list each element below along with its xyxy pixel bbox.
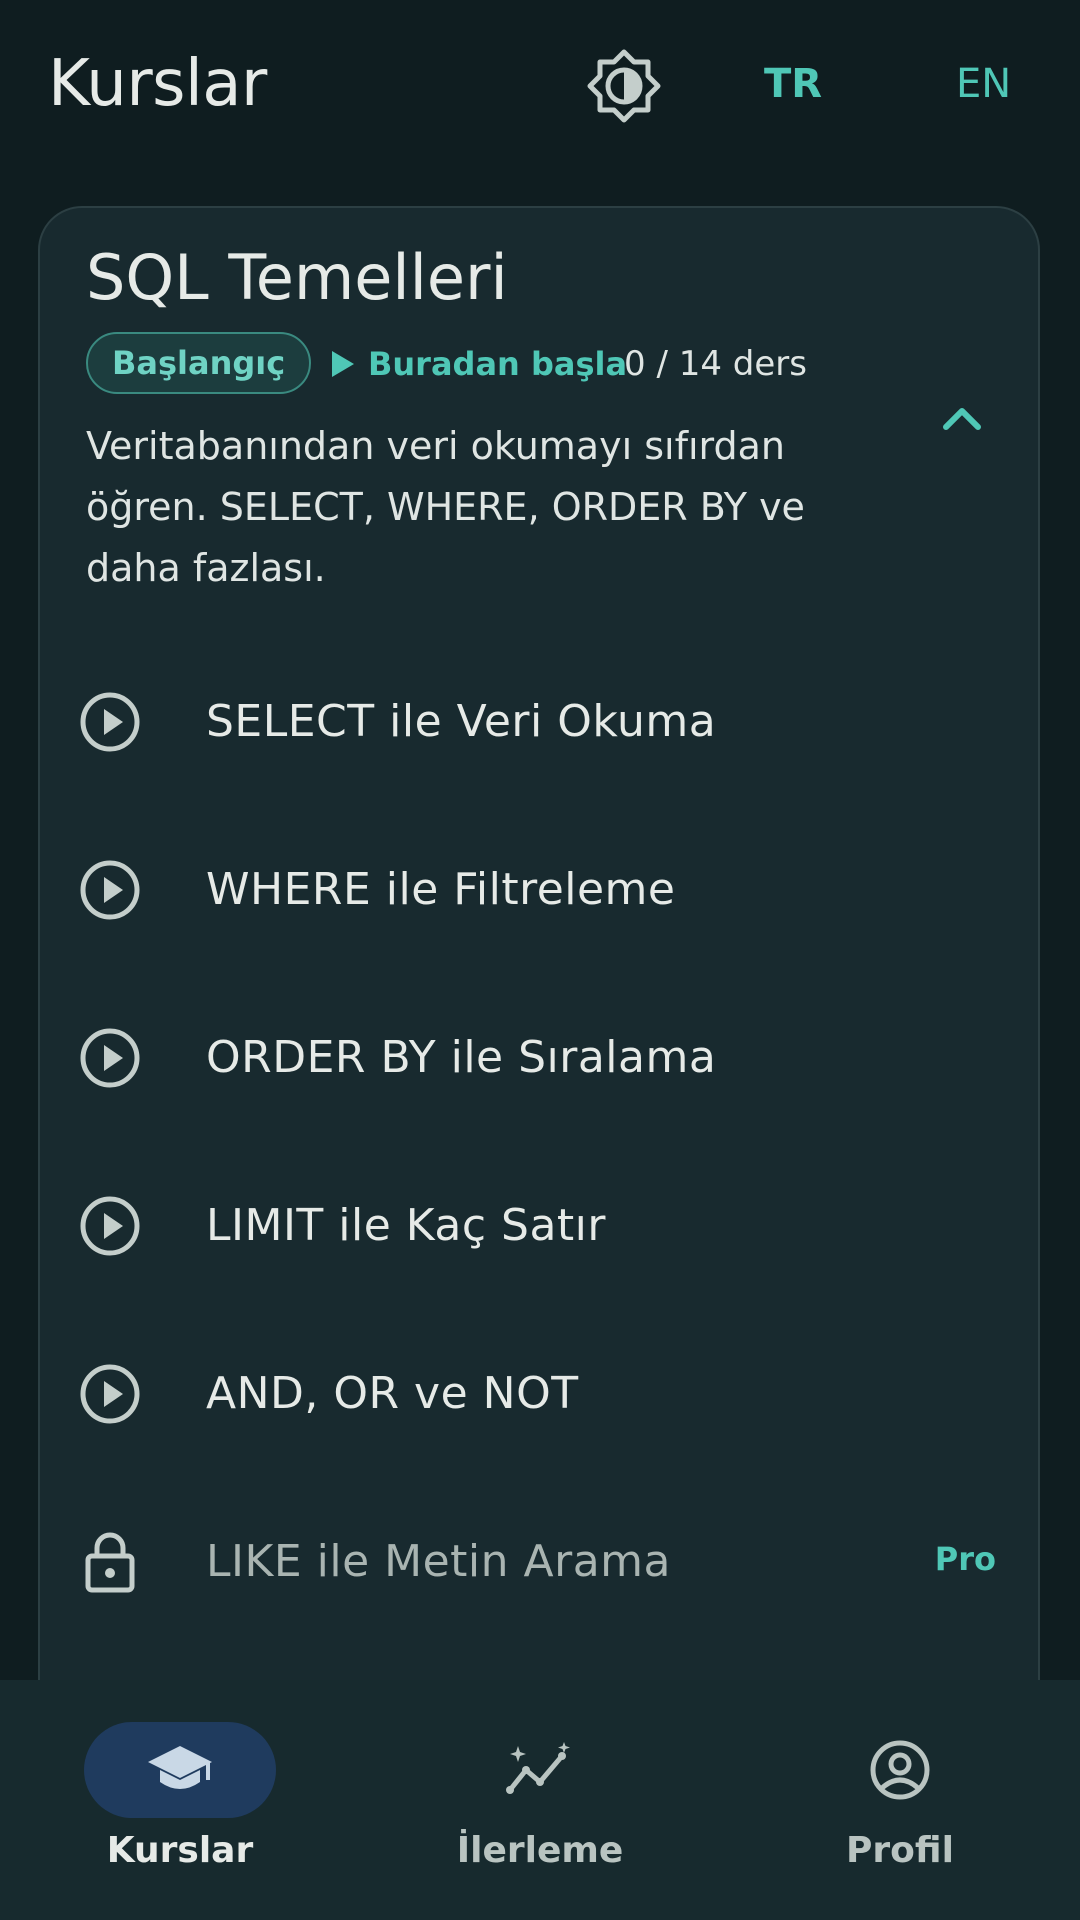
lesson-title: AND, OR ve NOT <box>206 1368 579 1419</box>
pro-badge: Pro <box>934 1540 996 1578</box>
nav-label-progress: İlerleme <box>456 1830 624 1871</box>
lesson-count: 0 / 14 ders <box>624 344 807 384</box>
profile-icon <box>870 1740 930 1800</box>
level-badge-label: Başlangıç <box>112 344 286 382</box>
page-title: Kurslar <box>48 47 267 121</box>
nav-icon-holder <box>444 1722 636 1818</box>
nav-label-courses: Kurslar <box>106 1830 254 1871</box>
language-tr-button[interactable]: TR <box>764 58 822 110</box>
lesson-title: WHERE ile Filtreleme <box>206 864 676 915</box>
start-here-button[interactable]: Buradan başla <box>332 338 627 390</box>
lesson-title: LIMIT ile Kaç Satır <box>206 1200 606 1251</box>
theme-toggle-button[interactable] <box>584 46 664 126</box>
lesson-item[interactable]: ORDER BY ile Sıralama <box>40 974 1040 1142</box>
play-icon <box>332 351 354 377</box>
course-card[interactable]: SQL Temelleri Başlangıç Buradan başla 0 … <box>38 206 1040 1920</box>
level-badge: Başlangıç <box>86 332 312 394</box>
lesson-title: ORDER BY ile Sıralama <box>206 1032 717 1083</box>
collapse-button[interactable] <box>932 388 992 448</box>
language-en-button[interactable]: EN <box>956 58 1011 110</box>
lesson-item-locked[interactable]: LIKE ile Metin Arama Pro <box>40 1478 1040 1646</box>
nav-label-profile: Profil <box>846 1830 954 1871</box>
app-screen: Kurslar TR EN SQL Temelleri Başlangıç Bu… <box>0 0 1080 1920</box>
lock-icon <box>76 1528 144 1596</box>
lesson-item[interactable]: LIMIT ile Kaç Satır <box>40 1142 1040 1310</box>
course-description: Veritabanından veri okumayı sıfırdan öğr… <box>86 424 805 590</box>
lesson-item[interactable]: WHERE ile Filtreleme <box>40 806 1040 974</box>
play-circle-icon <box>76 1360 144 1428</box>
lesson-item[interactable]: AND, OR ve NOT <box>40 1310 1040 1478</box>
bottom-navigation: Kurslar İlerleme Profil <box>0 1680 1080 1920</box>
lesson-item[interactable]: SELECT ile Veri Okuma <box>40 638 1040 806</box>
nav-item-courses[interactable]: Kurslar <box>0 1680 360 1920</box>
nav-item-profile[interactable]: Profil <box>720 1680 1080 1920</box>
play-circle-icon <box>76 1192 144 1260</box>
play-circle-icon <box>76 1024 144 1092</box>
nav-active-indicator <box>84 1722 276 1818</box>
top-app-bar: Kurslar TR EN <box>0 0 1080 170</box>
nav-icon-holder <box>804 1722 996 1818</box>
brightness-icon <box>587 49 661 123</box>
lesson-list: SELECT ile Veri Okuma WHERE ile Filtrele… <box>40 638 1040 1646</box>
play-circle-icon <box>76 856 144 924</box>
course-title: SQL Temelleri <box>86 241 508 314</box>
lesson-title: SELECT ile Veri Okuma <box>206 696 717 747</box>
start-here-label: Buradan başla <box>368 345 628 383</box>
graduation-cap-icon <box>148 1746 212 1789</box>
lesson-title: LIKE ile Metin Arama <box>206 1536 671 1587</box>
chevron-up-icon <box>943 408 981 430</box>
play-circle-icon <box>76 688 144 756</box>
progress-chart-icon <box>506 1742 570 1794</box>
nav-item-progress[interactable]: İlerleme <box>360 1680 720 1920</box>
